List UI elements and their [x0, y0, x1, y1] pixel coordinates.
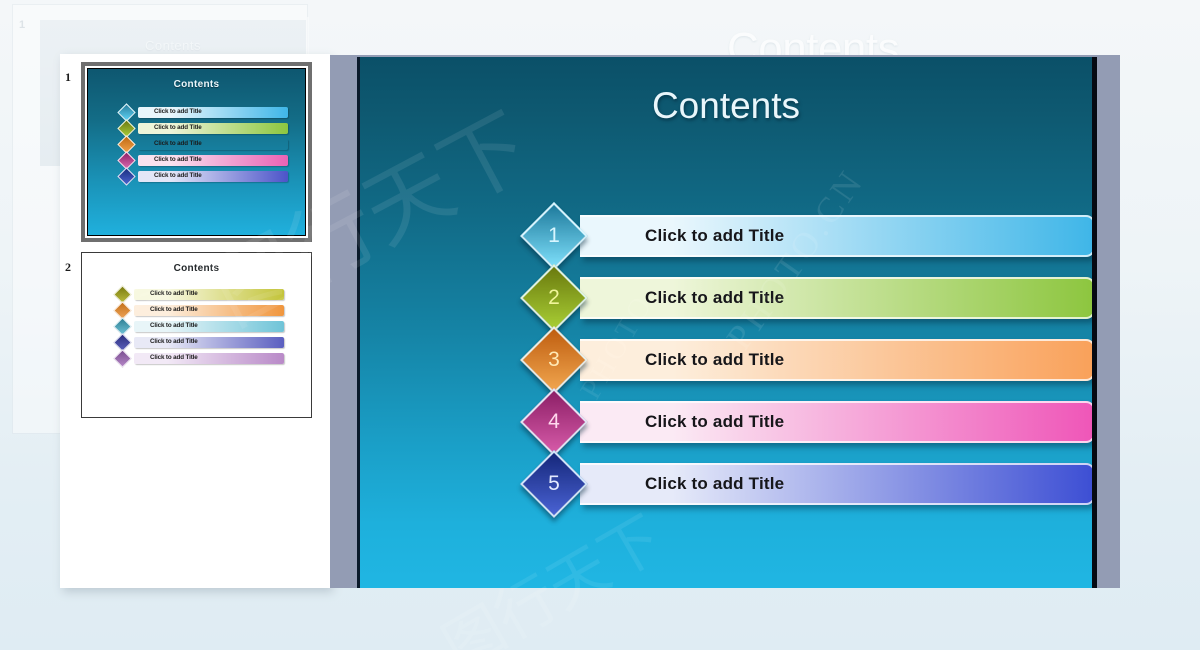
thumbnail-bar-label: Click to add Title: [154, 140, 202, 148]
thumbnail-list-item: Click to add Title: [117, 167, 288, 186]
content-list-item[interactable]: 5 Click to add Title: [520, 450, 1092, 518]
page-title[interactable]: Contents: [360, 85, 1092, 127]
thumbnail-frame-2[interactable]: Contents Click to add Title Click to add …: [81, 252, 312, 418]
content-bar-label[interactable]: Click to add Title: [645, 226, 784, 246]
content-number-diamond: [520, 264, 588, 332]
thumbnail-list-item: Click to add Title: [113, 349, 284, 368]
content-list-item[interactable]: 2 Click to add Title: [520, 264, 1092, 332]
content-bar-label[interactable]: Click to add Title: [645, 288, 784, 308]
content-bar-label[interactable]: Click to add Title: [645, 474, 784, 494]
thumbnail-bar-label: Click to add Title: [150, 338, 198, 346]
content-list-item[interactable]: 1 Click to add Title: [520, 202, 1092, 270]
thumbnail-bar-label: Click to add Title: [150, 306, 198, 314]
content-list-item[interactable]: 3 Click to add Title: [520, 326, 1092, 394]
thumbnail-list-item: Click to add Title: [117, 151, 288, 170]
thumbnail-list-item: Click to add Title: [113, 333, 284, 352]
content-bar-label[interactable]: Click to add Title: [645, 412, 784, 432]
thumbnail-number-diamond: [113, 349, 132, 368]
thumbnail-list-item: Click to add Title: [113, 317, 284, 336]
content-list-item[interactable]: 4 Click to add Title: [520, 388, 1092, 456]
content-number-diamond: [520, 388, 588, 456]
thumbnail-row-2[interactable]: 2 Contents Click to add Title Click to ad…: [60, 250, 330, 426]
thumbnail-list-item: Click to add Title: [113, 285, 284, 304]
content-bar-label[interactable]: Click to add Title: [645, 350, 784, 370]
content-number-diamond: [520, 450, 588, 518]
thumbnail-rows-1: Click to add Title Click to add Title Clic…: [117, 103, 288, 187]
presentation-editor-window: 1 Contents Contents 1 Contents Click to …: [0, 0, 1200, 650]
main-slide[interactable]: Contents 1 Click to add Title 2 Click to ad…: [360, 57, 1092, 588]
content-number-diamond: [520, 326, 588, 394]
thumbnail-list-item: Click to add Title: [117, 119, 288, 138]
thumbnail-bar-label: Click to add Title: [150, 322, 198, 330]
thumbnail-bar-label: Click to add Title: [150, 290, 198, 298]
thumbnail-list-item: Click to add Title: [113, 301, 284, 320]
thumbnail-number-diamond: [117, 167, 136, 186]
thumbnail-index-2: 2: [65, 260, 71, 274]
thumbnail-row-1[interactable]: 1 Contents Click to add Title Click to ad…: [60, 60, 330, 248]
thumbnail-title-1: Contents: [173, 79, 220, 90]
thumbnail-index-1: 1: [65, 70, 71, 84]
thumbnail-bar-label: Click to add Title: [154, 124, 202, 132]
thumbnail-bar-label: Click to add Title: [150, 354, 198, 362]
content-list: 1 Click to add Title 2 Click to add Title 3 C…: [520, 202, 1092, 522]
thumbnail-list-item: Click to add Title: [117, 103, 288, 122]
slide-thumbnail-panel[interactable]: 1 Contents Click to add Title Click to ad…: [60, 54, 330, 588]
thumbnail-canvas-1: Contents Click to add Title Click to add …: [87, 68, 306, 236]
thumbnail-bar-label: Click to add Title: [154, 172, 202, 180]
content-number-diamond: [520, 202, 588, 270]
ghost-slide-index: 1: [19, 19, 26, 31]
thumbnail-title-2: Contents: [173, 263, 220, 274]
thumbnail-bar-label: Click to add Title: [154, 108, 202, 116]
slide-right-edge: [1092, 57, 1097, 588]
thumbnail-rows-2: Click to add Title Click to add Title Clic…: [113, 285, 284, 369]
thumbnail-list-item: Click to add Title: [117, 135, 288, 154]
thumbnail-bar-label: Click to add Title: [154, 156, 202, 164]
thumbnail-frame-1[interactable]: Contents Click to add Title Click to add …: [81, 62, 312, 242]
thumbnail-canvas-2: Contents Click to add Title Click to add …: [82, 253, 311, 417]
ghost-thumbnail-title: Contents: [144, 38, 202, 53]
